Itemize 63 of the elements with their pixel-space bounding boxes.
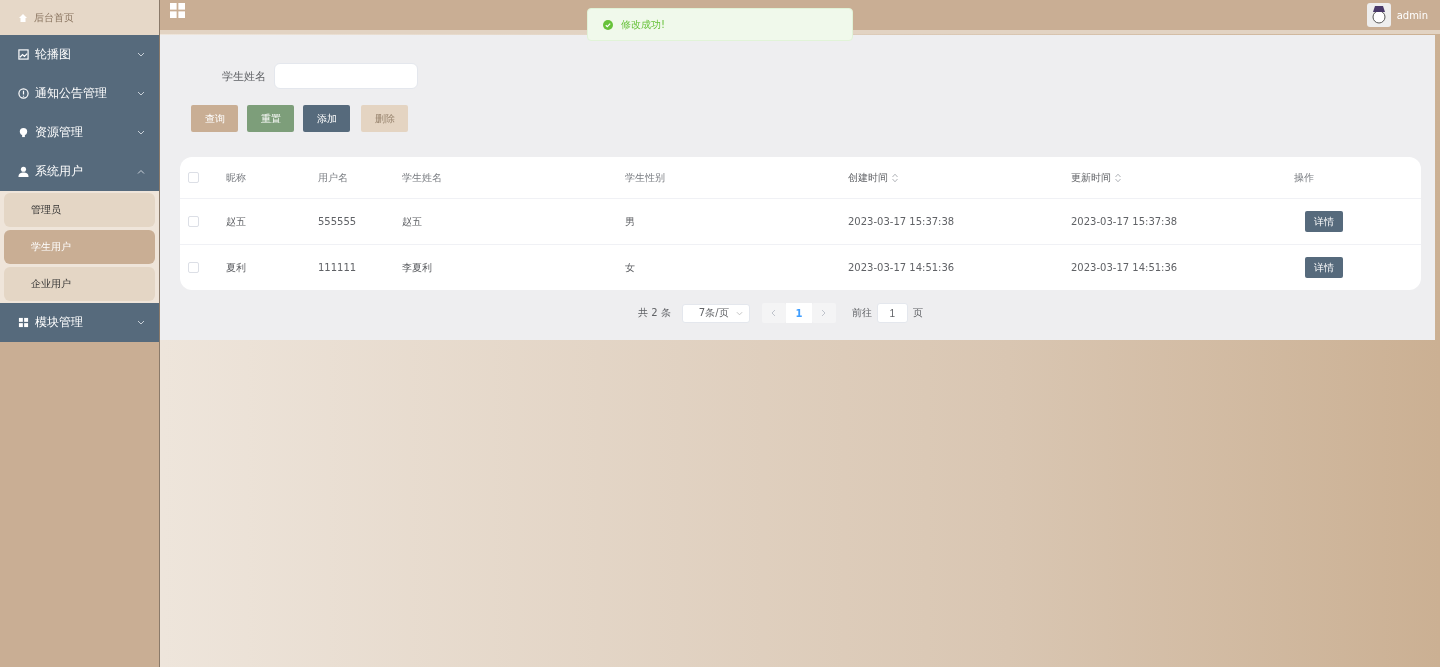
check-icon	[603, 19, 613, 30]
row-checkbox[interactable]	[188, 262, 199, 273]
sidebar-menu[interactable]: 轮播图	[0, 35, 159, 74]
caret-icon	[137, 52, 145, 57]
sidebar-menu[interactable]: 资源管理	[0, 113, 159, 152]
field-label: 学生姓名	[222, 68, 266, 84]
total-count: 共 2 条	[638, 306, 671, 320]
chevron-left-icon	[771, 309, 777, 317]
grid-icon[interactable]	[170, 2, 185, 18]
home-icon	[18, 12, 28, 23]
name-input[interactable]	[274, 63, 418, 89]
goto-label: 前往	[851, 306, 872, 320]
page-suffix: 页	[912, 306, 923, 320]
info-icon	[18, 88, 29, 99]
detail-button[interactable]: 详情	[1305, 211, 1343, 232]
table-cell: 111111	[318, 262, 357, 273]
add-button[interactable]: 添加	[303, 105, 350, 132]
sort-icon[interactable]	[892, 172, 898, 183]
column-header: 用户名	[318, 170, 348, 185]
grid-icon	[18, 317, 29, 328]
reset-button[interactable]: 重置	[247, 105, 294, 132]
table-cell: 2023-03-17 15:37:38	[1071, 216, 1178, 227]
avatar-icon[interactable]	[1366, 3, 1391, 27]
table-cell: 555555	[318, 216, 357, 227]
column-header: 学生姓名	[402, 170, 442, 185]
sidebar-menu[interactable]: 系统用户	[0, 152, 159, 191]
sidebar-menu[interactable]: 通知公告管理	[0, 74, 159, 113]
user-icon	[18, 166, 29, 177]
column-header: 学生性别	[625, 170, 665, 185]
sidebar-item[interactable]: 后台首页	[0, 0, 159, 35]
prev-page-button[interactable]	[761, 303, 786, 323]
column-header: 昵称	[226, 170, 246, 185]
table-cell: 2023-03-17 14:51:36	[1071, 262, 1178, 273]
image-icon	[18, 49, 29, 60]
table-cell: 李夏利	[402, 260, 432, 275]
table-cell: 2023-03-17 14:51:36	[848, 262, 955, 273]
caret-icon	[137, 130, 145, 135]
sidebar-subitem[interactable]: 企业用户	[4, 267, 155, 301]
toast-message: 修改成功!	[621, 17, 665, 32]
detail-button[interactable]: 详情	[1305, 257, 1343, 278]
bulb-icon	[18, 127, 29, 138]
chevron-down-icon	[735, 310, 743, 316]
sort-icon[interactable]	[1115, 172, 1121, 183]
row-checkbox[interactable]	[188, 216, 199, 227]
select-all-checkbox[interactable]	[188, 172, 199, 183]
column-header[interactable]: 创建时间	[848, 170, 888, 185]
table-cell: 男	[625, 214, 635, 229]
caret-icon	[137, 320, 145, 325]
chevron-right-icon	[821, 309, 827, 317]
page-size-select[interactable]: 7条/页	[681, 303, 750, 323]
column-header[interactable]: 更新时间	[1071, 170, 1111, 185]
table-cell: 2023-03-17 15:37:38	[848, 216, 955, 227]
next-page-button[interactable]	[811, 303, 836, 323]
table-cell: 夏利	[226, 260, 246, 275]
column-header: 操作	[1294, 170, 1314, 185]
goto-page-input[interactable]: 1	[876, 303, 908, 323]
caret-icon	[137, 169, 145, 174]
table-cell: 赵五	[226, 214, 246, 229]
sidebar-subitem[interactable]: 管理员	[4, 193, 155, 227]
sidebar-menu[interactable]: 模块管理	[0, 303, 159, 342]
table-cell: 女	[625, 260, 635, 275]
table-cell: 赵五	[402, 214, 422, 229]
caret-icon	[137, 91, 145, 96]
